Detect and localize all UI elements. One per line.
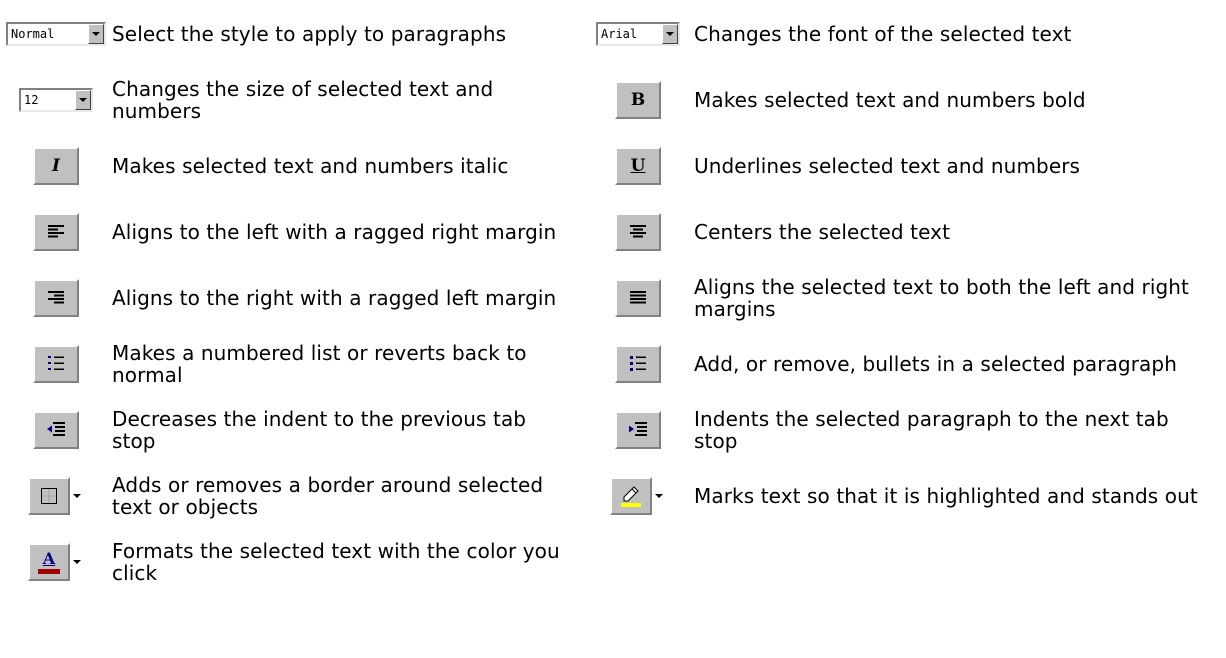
description: Makes a numbered list or reverts back to… [112,341,527,387]
justify-button[interactable] [615,279,661,317]
row-align-left: Aligns to the left with a ragged right m… [0,202,572,262]
numbered-list-button[interactable] [33,345,79,383]
row-font: Arial Changes the font of the selected t… [582,4,1214,64]
row-justify: Aligns the selected text to both the lef… [582,268,1214,328]
description: Formats the selected text with the color… [112,539,560,585]
chevron-down-icon [75,90,91,110]
font-combo-icon[interactable]: Arial [596,22,680,46]
row-align-right: Aligns to the right with a ragged left m… [0,268,572,328]
description: Aligns the selected text to both the lef… [694,275,1189,321]
chevron-down-icon [70,477,84,515]
font-size-combo-icon[interactable]: 12 [19,88,93,112]
chevron-down-icon [70,543,84,581]
row-bold: B Makes selected text and numbers bold [582,70,1214,130]
highlight-button[interactable] [610,477,666,515]
align-left-icon [48,225,64,238]
align-center-icon [630,225,646,238]
align-right-button[interactable] [33,279,79,317]
decrease-indent-button[interactable] [33,411,79,449]
border-button[interactable] [28,477,84,515]
description: Add, or remove, bullets in a selected pa… [694,352,1177,376]
description: Adds or removes a border around selected… [112,473,544,519]
underline-button[interactable]: U [615,147,661,185]
description: Changes the size of selected text and nu… [112,77,494,123]
row-numbered-list: Makes a numbered list or reverts back to… [0,334,572,394]
row-increase-indent: Indents the selected paragraph to the ne… [582,400,1214,460]
row-font-color: A Formats the selected text with the col… [0,532,572,592]
row-decrease-indent: Decreases the indent to the previous tab… [0,400,572,460]
align-left-button[interactable] [33,213,79,251]
increase-indent-icon [629,422,647,436]
border-icon [41,488,57,504]
highlight-icon [621,486,641,507]
description: Aligns to the left with a ragged right m… [112,220,557,244]
row-highlight: Marks text so that it is highlighted and… [582,466,1214,526]
row-style: Normal Select the style to apply to para… [0,4,572,64]
numbered-list-icon [48,356,64,370]
decrease-indent-icon [47,422,65,436]
row-font-size: 12 Changes the size of selected text and… [0,70,572,130]
font-color-button[interactable]: A [28,543,84,581]
chevron-down-icon [88,24,104,44]
bold-button[interactable]: B [615,81,661,119]
bullets-button[interactable] [615,345,661,383]
row-underline: U Underlines selected text and numbers [582,136,1214,196]
align-center-button[interactable] [615,213,661,251]
chevron-down-icon [662,24,678,44]
row-italic: I Makes selected text and numbers italic [0,136,572,196]
description: Makes selected text and numbers bold [694,88,1086,112]
description: Indents the selected paragraph to the ne… [694,407,1169,453]
style-combo-icon[interactable]: Normal [6,22,106,46]
description: Marks text so that it is highlighted and… [694,484,1198,508]
italic-icon: I [52,156,60,176]
description: Makes selected text and numbers italic [112,154,509,178]
increase-indent-button[interactable] [615,411,661,449]
description: Select the style to apply to paragraphs [112,22,507,46]
chevron-down-icon [652,477,666,515]
font-color-icon: A [42,548,56,568]
description: Decreases the indent to the previous tab… [112,407,527,453]
description: Aligns to the right with a ragged left m… [112,286,557,310]
row-align-center: Centers the selected text [582,202,1214,262]
row-bullets: Add, or remove, bullets in a selected pa… [582,334,1214,394]
description: Changes the font of the selected text [694,22,1072,46]
row-border: Adds or removes a border around selected… [0,466,572,526]
description: Underlines selected text and numbers [694,154,1081,178]
justify-icon [630,291,646,304]
bullets-icon [630,356,646,371]
align-right-icon [48,291,64,304]
bold-icon: B [630,90,646,110]
italic-button[interactable]: I [33,147,79,185]
underline-icon: U [630,156,646,176]
description: Centers the selected text [694,220,951,244]
